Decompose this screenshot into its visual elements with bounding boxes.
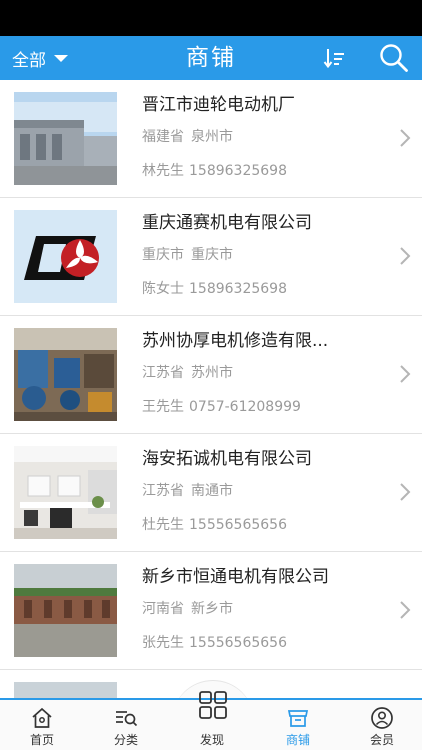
shop-province: 重庆市 xyxy=(142,247,184,263)
tab-discover[interactable]: 发现 xyxy=(170,691,254,750)
contact-person: 张先生 xyxy=(142,635,184,651)
contact-person: 陈女士 xyxy=(142,281,184,297)
chevron-right-icon xyxy=(400,601,411,619)
shop-image xyxy=(14,210,117,303)
shop-list: 晋江市迪轮电动机厂 福建省 泉州市 林先生 15896325698 重庆通赛机电有限… xyxy=(0,80,422,698)
search-icon xyxy=(380,44,408,72)
shop-name: 新乡市恒通电机有限公司 xyxy=(142,567,329,587)
search-button[interactable] xyxy=(378,42,410,74)
tab-label: 分类 xyxy=(113,733,138,747)
shop-contact: 王先生 0757-61208999 xyxy=(142,397,301,417)
shop-contact: 林先生 15896325698 xyxy=(142,161,287,181)
shop-province: 河南省 xyxy=(142,601,184,617)
tab-label: 商铺 xyxy=(285,733,310,747)
shop-image xyxy=(14,564,117,657)
tab-label: 会员 xyxy=(369,733,394,747)
contact-phone: 0757-61208999 xyxy=(189,399,301,415)
shop-city: 南通市 xyxy=(191,483,233,499)
tab-label: 首页 xyxy=(29,733,54,747)
contact-phone: 15556565656 xyxy=(189,517,287,533)
shop-contact: 杜先生 15556565656 xyxy=(142,515,287,535)
shop-name: 苏州协厚电机修造有限... xyxy=(142,331,329,351)
shop-contact: 张先生 15556565656 xyxy=(142,633,287,653)
shop-icon xyxy=(287,710,309,727)
grid-icon xyxy=(199,691,227,719)
tab-label: 发现 xyxy=(199,733,224,747)
shop-name: 海安拓诚机电有限公司 xyxy=(142,449,312,469)
shop-name: 晋江市迪轮电动机厂 xyxy=(142,95,295,115)
tab-shop[interactable]: 商铺 xyxy=(256,700,340,750)
shop-location: 江苏省 苏州市 xyxy=(142,363,233,383)
shop-list-item[interactable]: 重庆通赛机电有限公司 重庆市 重庆市 陈女士 15896325698 xyxy=(0,198,422,316)
shop-image xyxy=(14,446,117,539)
status-bar xyxy=(0,0,422,36)
shop-city: 泉州市 xyxy=(191,129,233,145)
sort-button[interactable] xyxy=(322,45,348,71)
category-search-icon xyxy=(116,711,138,727)
sort-icon xyxy=(323,49,344,69)
bottom-tab-bar: 首页 分类 发现 商铺 会员 xyxy=(0,691,422,750)
chevron-right-icon xyxy=(400,129,411,147)
shop-list-item[interactable]: 晋江市迪轮电动机厂 福建省 泉州市 林先生 15896325698 xyxy=(0,80,422,198)
shop-location: 重庆市 重庆市 xyxy=(142,245,233,265)
shop-image xyxy=(14,92,117,185)
contact-phone: 15896325698 xyxy=(189,281,287,297)
shop-name: 重庆通赛机电有限公司 xyxy=(142,213,312,233)
shop-list-item[interactable]: 海安拓诚机电有限公司 江苏省 南通市 杜先生 15556565656 xyxy=(0,434,422,552)
shop-city: 重庆市 xyxy=(191,247,233,263)
shop-location: 福建省 泉州市 xyxy=(142,127,233,147)
shop-list-item[interactable]: 苏州协厚电机修造有限... 江苏省 苏州市 王先生 0757-61208999 xyxy=(0,316,422,434)
shop-list-item[interactable]: 新乡市恒通电机有限公司 河南省 新乡市 张先生 15556565656 xyxy=(0,552,422,670)
tab-category[interactable]: 分类 xyxy=(84,700,168,750)
contact-person: 王先生 xyxy=(142,399,184,415)
page-title: 商铺 xyxy=(186,45,236,71)
shop-location: 河南省 新乡市 xyxy=(142,599,233,619)
shop-image xyxy=(14,682,117,698)
tab-home[interactable]: 首页 xyxy=(0,700,84,750)
home-icon xyxy=(32,707,52,728)
user-icon xyxy=(371,707,393,729)
contact-phone: 15556565656 xyxy=(189,635,287,651)
shop-city: 新乡市 xyxy=(191,601,233,617)
shop-province: 福建省 xyxy=(142,129,184,145)
shop-contact: 陈女士 15896325698 xyxy=(142,279,287,299)
tab-member[interactable]: 会员 xyxy=(340,700,422,750)
chevron-right-icon xyxy=(400,365,411,383)
contact-phone: 15896325698 xyxy=(189,163,287,179)
shop-city: 苏州市 xyxy=(191,365,233,381)
contact-person: 林先生 xyxy=(142,163,184,179)
shop-province: 江苏省 xyxy=(142,365,184,381)
shop-province: 江苏省 xyxy=(142,483,184,499)
contact-person: 杜先生 xyxy=(142,517,184,533)
chevron-right-icon xyxy=(400,483,411,501)
shop-image xyxy=(14,328,117,421)
shop-location: 江苏省 南通市 xyxy=(142,481,233,501)
top-bar: 全部 商铺 xyxy=(0,36,422,80)
chevron-right-icon xyxy=(400,247,411,265)
